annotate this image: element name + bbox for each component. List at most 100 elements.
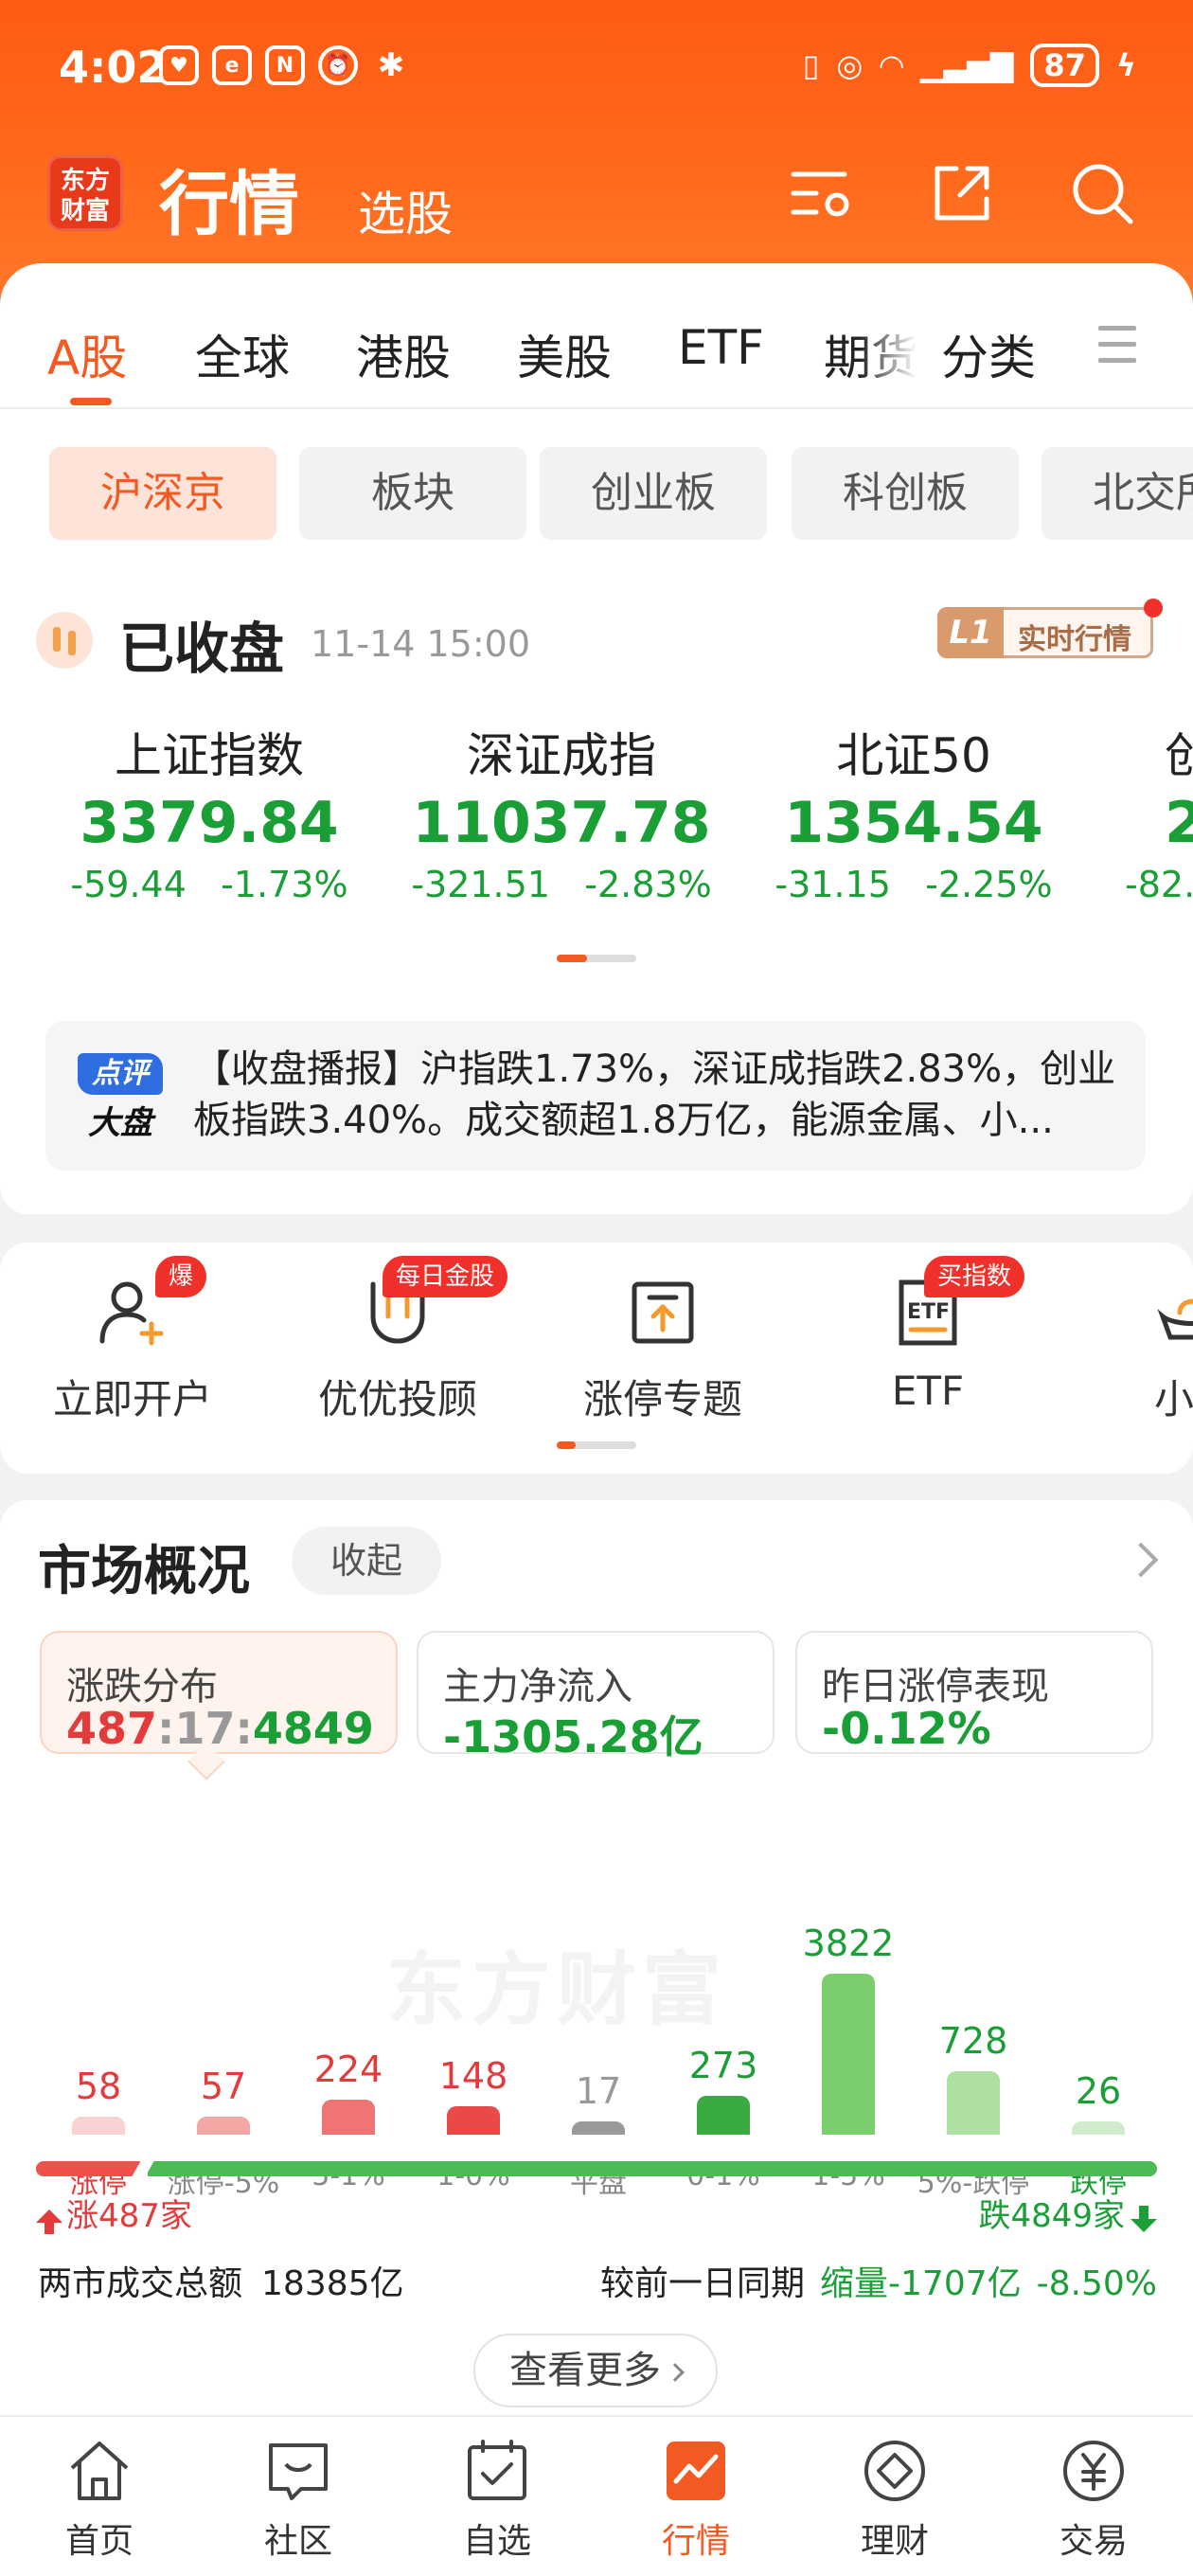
index-name: 创 xyxy=(1165,728,1193,783)
service-more[interactable]: 小... xyxy=(1079,1275,1193,1425)
index-card-gem[interactable]: 创 2 -82. xyxy=(1125,718,1193,905)
nav-trade[interactable]: 交易 xyxy=(1013,2436,1174,2563)
index-value: 1354.54 xyxy=(784,790,1043,856)
bar xyxy=(1072,2121,1125,2135)
view-more-button[interactable]: 查看更多 xyxy=(473,2334,718,2407)
app-logo[interactable]: 东方 财富 xyxy=(47,155,123,231)
index-change: -321.51 -2.83% xyxy=(411,864,712,905)
notification-icons: ♥ e N ⏰ ✱ xyxy=(159,45,411,85)
chip-star[interactable]: 科创板 xyxy=(792,447,1019,540)
tab-us[interactable]: 美股 xyxy=(517,320,612,388)
upload-box-icon xyxy=(625,1275,701,1351)
index-name: 深证成指 xyxy=(467,728,656,783)
chat-icon xyxy=(263,2436,333,2506)
share-icon[interactable] xyxy=(928,159,996,227)
tab-category[interactable]: 分类 xyxy=(941,320,1036,388)
down-count: 跌4849家 xyxy=(978,2190,1157,2236)
stat-main-net-inflow[interactable]: 主力净流入 -1305.28亿 xyxy=(417,1631,775,1762)
index-change: -82. xyxy=(1125,864,1193,905)
search-icon[interactable] xyxy=(1068,159,1136,227)
bar xyxy=(72,2117,125,2135)
market-tabs: A股 全球 港股 美股 ETF 期货 分类 xyxy=(0,320,1193,405)
turnover: 两市成交总额 18385亿 xyxy=(38,2264,404,2303)
distribution-bar-chart: 58涨停57涨停-5%2245-1%1481-0%17平盘2730-1%3822… xyxy=(0,1784,1193,2201)
trend-chart-icon xyxy=(661,2436,731,2506)
market-overview-title: 市场概况 xyxy=(38,1541,250,1602)
bar xyxy=(697,2096,750,2135)
bar xyxy=(572,2121,625,2135)
collapse-button[interactable]: 收起 xyxy=(292,1527,441,1595)
bar-value-label: 273 xyxy=(688,2045,758,2086)
index-card-szse[interactable]: 深证成指 11037.78 -321.51 -2.83% xyxy=(386,718,737,905)
service-open-account[interactable]: 立即开户 xyxy=(19,1275,246,1425)
top-bar: 东方 财富 行情 选股 xyxy=(0,142,1193,256)
up-count: 涨487家 xyxy=(36,2190,192,2236)
bar xyxy=(322,2100,375,2135)
bar-value-label: 728 xyxy=(938,2020,1008,2062)
hotspot-icon: ◎ xyxy=(836,47,864,83)
chevron-right-icon xyxy=(666,2363,685,2382)
tab-fade xyxy=(860,301,917,405)
diamond-circle-icon xyxy=(860,2436,930,2506)
home-icon xyxy=(64,2436,134,2506)
tab-global[interactable]: 全球 xyxy=(195,320,290,388)
index-value: 11037.78 xyxy=(412,790,711,856)
browser-notification-icon: e xyxy=(212,45,252,85)
bar-value-label: 3822 xyxy=(802,1923,895,1964)
chip-shanghai-shenzhen-beijing[interactable]: 沪深京 xyxy=(49,447,276,540)
tab-hk[interactable]: 港股 xyxy=(356,320,451,388)
stat-up-down-distribution[interactable]: 涨跌分布 487:17:4849 xyxy=(40,1631,398,1754)
arrow-up-icon xyxy=(36,2209,62,2234)
bar xyxy=(447,2106,500,2135)
bar xyxy=(822,1974,875,2135)
alarm-icon: ⏰ xyxy=(318,45,358,85)
tab-a-shares[interactable]: A股 xyxy=(47,320,127,388)
calendar-check-icon xyxy=(462,2436,532,2506)
nfc-icon: N xyxy=(265,45,305,85)
l1-label: L1 xyxy=(937,607,1004,658)
charging-icon: ϟ xyxy=(1115,47,1136,83)
index-card-sse[interactable]: 上证指数 3379.84 -59.44 -1.73% xyxy=(34,718,384,905)
app-notification-icon: ♥ xyxy=(159,45,199,85)
news-text: 【收盘播报】沪指跌1.73%，深证成指跌2.83%，创业板指跌3.40%。成交额… xyxy=(193,1047,1116,1142)
index-card-bse50[interactable]: 北证50 1354.54 -31.15 -2.25% xyxy=(739,718,1089,905)
nav-community[interactable]: 社区 xyxy=(218,2436,379,2563)
bar-value-label: 148 xyxy=(438,2055,508,2097)
nav-watchlist[interactable]: 自选 xyxy=(417,2436,578,2563)
index-scroll-indicator xyxy=(557,955,636,962)
yuan-circle-icon xyxy=(1059,2436,1129,2506)
market-chips: 沪深京 板块 创业板 科创板 北交所 xyxy=(49,447,1193,540)
list-settings-icon[interactable] xyxy=(788,159,856,227)
active-tab-indicator xyxy=(70,398,112,405)
notification-dot xyxy=(1144,599,1163,617)
status-time: 4:02 xyxy=(59,42,168,93)
market-card: A股 全球 港股 美股 ETF 期货 分类 沪深京 板块 创业板 科创板 北交所… xyxy=(0,263,1193,1214)
up-down-ratio-bar xyxy=(36,2157,1157,2180)
chevron-right-icon[interactable] xyxy=(1123,1542,1159,1578)
market-close-time: 11-14 15:00 xyxy=(311,623,531,665)
chip-bse[interactable]: 北交所 xyxy=(1042,447,1193,540)
bluetooth-icon: ✱ xyxy=(377,46,405,84)
bottom-navigation: 首页 社区 自选 行情 理财 交易 xyxy=(0,2415,1193,2576)
tab-divider xyxy=(0,407,1193,409)
nav-market[interactable]: 行情 xyxy=(615,2436,776,2563)
bar xyxy=(947,2071,1000,2135)
nav-home[interactable]: 首页 xyxy=(19,2436,180,2563)
chip-sector[interactable]: 板块 xyxy=(299,447,526,540)
bar-value-label: 57 xyxy=(200,2066,247,2107)
menu-icon[interactable] xyxy=(1098,326,1136,374)
chip-gem[interactable]: 创业板 xyxy=(540,447,767,540)
realtime-quote-badge[interactable]: L1 实时行情 xyxy=(937,607,1153,658)
system-icons: ▯ ◎ ◠ ▁▃▅▇ 87 ϟ xyxy=(803,44,1136,87)
stat-yesterday-limit-up[interactable]: 昨日涨停表现 -0.12% xyxy=(795,1631,1153,1754)
market-news-banner[interactable]: 点评 大盘 【收盘播报】沪指跌1.73%，深证成指跌2.83%，创业板指跌3.4… xyxy=(45,1021,1146,1171)
stock-picker-link[interactable]: 选股 xyxy=(358,176,453,244)
tab-etf[interactable]: ETF xyxy=(678,320,764,375)
service-limit-up[interactable]: 涨停专题 xyxy=(549,1275,776,1425)
bar-value-label: 224 xyxy=(313,2048,383,2090)
market-closed-title: 已收盘 xyxy=(119,617,285,681)
status-bar: 4:02 ♥ e N ⏰ ✱ ▯ ◎ ◠ ▁▃▅▇ 87 ϟ xyxy=(0,0,1193,133)
service-tag-hot: 爆 xyxy=(155,1256,207,1297)
nav-wealth[interactable]: 理财 xyxy=(814,2436,975,2563)
index-carousel: 上证指数 3379.84 -59.44 -1.73% 深证成指 11037.78… xyxy=(0,718,1193,907)
